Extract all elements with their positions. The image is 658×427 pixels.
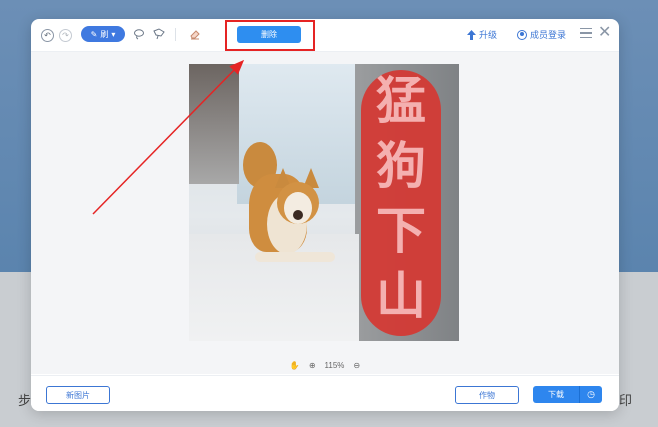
background-text-right: 印	[619, 393, 633, 408]
chevron-down-icon: ▾	[111, 29, 116, 39]
canvas-area: 猛 狗 下 山	[31, 52, 619, 374]
dog-mouth	[293, 210, 303, 220]
slogan-char-1: 猛	[376, 72, 426, 130]
undo-icon[interactable]: ↶	[41, 29, 54, 42]
upgrade-label: 升级	[479, 30, 498, 40]
polygon-lasso-icon[interactable]	[153, 28, 165, 40]
eraser-icon[interactable]	[189, 28, 201, 40]
brush-tool-button[interactable]: ✎ 刷 ▾	[81, 26, 125, 42]
editor-modal: ↶ ↷ ✎ 刷 ▾ 删除 升级 成员登录 ✕ 猛 狗 下 山 ✋ ⊕ 115% …	[31, 19, 619, 411]
background-text-left: 步	[18, 393, 32, 408]
photo-shadow	[189, 64, 239, 184]
slogan-char-4: 山	[376, 267, 426, 325]
dog-paws	[255, 252, 335, 262]
hand-tool-icon[interactable]: ✋	[290, 361, 300, 370]
slogan-char-3: 下	[376, 202, 426, 260]
upgrade-link[interactable]: 升级	[467, 28, 497, 41]
zoom-in-icon[interactable]: ⊕	[309, 361, 316, 370]
upgrade-arrow-icon	[467, 29, 476, 40]
brush-icon: ✎	[90, 29, 98, 39]
toolbar: ↶ ↷ ✎ 刷 ▾ 删除 升级 成员登录 ✕	[31, 19, 619, 52]
footer: 新图片 作物 下载 ◷	[31, 375, 619, 411]
edited-photo[interactable]: 猛 狗 下 山	[189, 64, 459, 341]
delete-button[interactable]: 删除	[237, 26, 301, 43]
zoom-bar: ✋ ⊕ 115% ⊖	[31, 355, 619, 375]
brush-label: 刷	[100, 29, 109, 39]
zoom-level: 115%	[324, 360, 345, 370]
close-icon[interactable]: ✕	[598, 24, 611, 42]
menu-icon[interactable]	[580, 28, 592, 39]
login-label: 成员登录	[530, 30, 567, 40]
slogan-char-2: 狗	[376, 137, 426, 195]
new-image-button[interactable]: 新图片	[46, 386, 110, 404]
download-button[interactable]: 下载 ◷	[533, 386, 602, 403]
toolbar-divider	[175, 28, 176, 41]
lasso-icon[interactable]	[133, 28, 145, 40]
zoom-out-icon[interactable]: ⊖	[353, 361, 360, 370]
login-link[interactable]: 成员登录	[517, 28, 566, 41]
clock-icon[interactable]: ◷	[580, 389, 602, 400]
download-label: 下载	[548, 390, 564, 399]
redo-icon[interactable]: ↷	[59, 29, 72, 42]
user-icon	[517, 29, 527, 40]
work-button[interactable]: 作物	[455, 386, 519, 404]
